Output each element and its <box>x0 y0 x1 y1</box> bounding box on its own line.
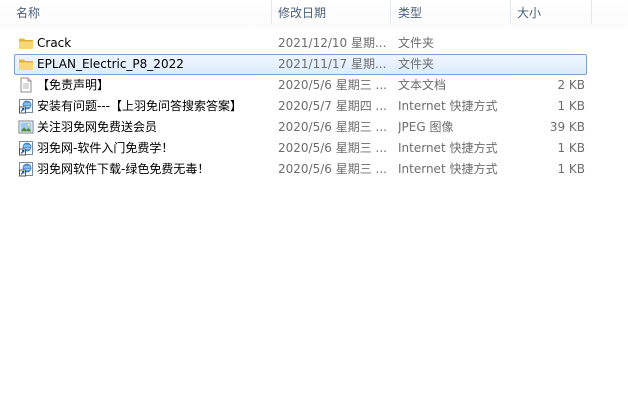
file-date-modified: 2020/5/6 星期三 ... <box>278 78 387 92</box>
file-name: 羽免网软件下载-绿色免费无毒！ <box>37 162 210 176</box>
column-header-name[interactable]: ⌃ 名称 <box>16 0 266 27</box>
column-divider[interactable] <box>390 0 391 24</box>
internet-shortcut-icon <box>18 98 34 114</box>
column-header-name-label: 名称 <box>16 6 41 20</box>
sort-ascending-icon: ⌃ <box>152 0 160 6</box>
file-row[interactable]: 【免责声明】 2020/5/6 星期三 ... 文本文档 2 KB <box>14 75 587 96</box>
file-size: 1 KB <box>557 162 585 176</box>
internet-shortcut-icon <box>18 161 34 177</box>
column-header-bar: ⌃ 名称 修改日期 类型 大小 <box>0 0 628 27</box>
file-row[interactable]: 羽免网-软件入门免费学！ 2020/5/6 星期三 ... Internet 快捷方… <box>14 138 587 159</box>
file-size <box>512 34 585 53</box>
file-size: 2 KB <box>557 78 585 92</box>
file-type: 文本文档 <box>398 78 447 92</box>
file-type: 文件夹 <box>398 36 435 50</box>
file-type: JPEG 图像 <box>398 120 454 134</box>
folder-icon <box>18 56 34 72</box>
column-header-size-label: 大小 <box>517 6 542 20</box>
file-date-modified: 2020/5/6 星期三 ... <box>278 141 387 155</box>
column-header-type[interactable]: 类型 <box>398 0 506 27</box>
folder-icon <box>18 35 34 51</box>
file-name: EPLAN_Electric_P8_2022 <box>37 57 184 71</box>
column-header-date-label: 修改日期 <box>278 6 327 20</box>
file-row[interactable]: 羽免网软件下载-绿色免费无毒！ 2020/5/6 星期三 ... Internet … <box>14 159 587 180</box>
file-date-modified: 2020/5/7 星期四 ... <box>278 99 387 113</box>
file-name: 羽免网-软件入门免费学！ <box>37 141 174 155</box>
file-type: Internet 快捷方式 <box>398 141 498 155</box>
file-type: Internet 快捷方式 <box>398 162 498 176</box>
internet-shortcut-icon <box>18 140 34 156</box>
file-name: 关注羽免网免费送会员 <box>37 120 158 134</box>
column-divider[interactable] <box>591 0 592 24</box>
file-date-modified: 2020/5/6 星期三 ... <box>278 162 387 176</box>
file-size: 39 KB <box>549 120 585 134</box>
column-divider[interactable] <box>510 0 511 24</box>
image-file-icon <box>18 119 34 135</box>
file-type: 文件夹 <box>398 57 435 71</box>
file-type: Internet 快捷方式 <box>398 99 498 113</box>
file-row[interactable]: Crack 2021/12/10 星期... 文件夹 <box>14 33 587 54</box>
file-date-modified: 2021/12/10 星期... <box>278 36 387 50</box>
file-date-modified: 2020/5/6 星期三 ... <box>278 120 387 134</box>
file-explorer-list: ⌃ 名称 修改日期 类型 大小 Crack 2021/12/10 星期... 文件夹… <box>0 0 628 420</box>
column-header-date[interactable]: 修改日期 <box>278 0 386 27</box>
column-header-size[interactable]: 大小 <box>517 0 587 27</box>
file-row[interactable]: 安装有问题---【上羽免问答搜索答案】 2020/5/7 星期四 ... Inter… <box>14 96 587 117</box>
text-document-icon <box>18 77 34 93</box>
file-size: 1 KB <box>557 99 585 113</box>
file-row[interactable]: 关注羽免网免费送会员 2020/5/6 星期三 ... JPEG 图像 39 KB <box>14 117 587 138</box>
column-header-type-label: 类型 <box>398 6 423 20</box>
file-name: 安装有问题---【上羽免问答搜索答案】 <box>37 99 242 113</box>
file-date-modified: 2021/11/17 星期... <box>278 57 387 71</box>
file-row[interactable]: EPLAN_Electric_P8_2022 2021/11/17 星期... 文件… <box>14 54 587 75</box>
file-name: 【免责声明】 <box>37 78 110 92</box>
file-size <box>512 55 585 74</box>
file-name: Crack <box>37 36 72 50</box>
column-divider[interactable] <box>271 0 272 24</box>
file-size: 1 KB <box>557 141 585 155</box>
